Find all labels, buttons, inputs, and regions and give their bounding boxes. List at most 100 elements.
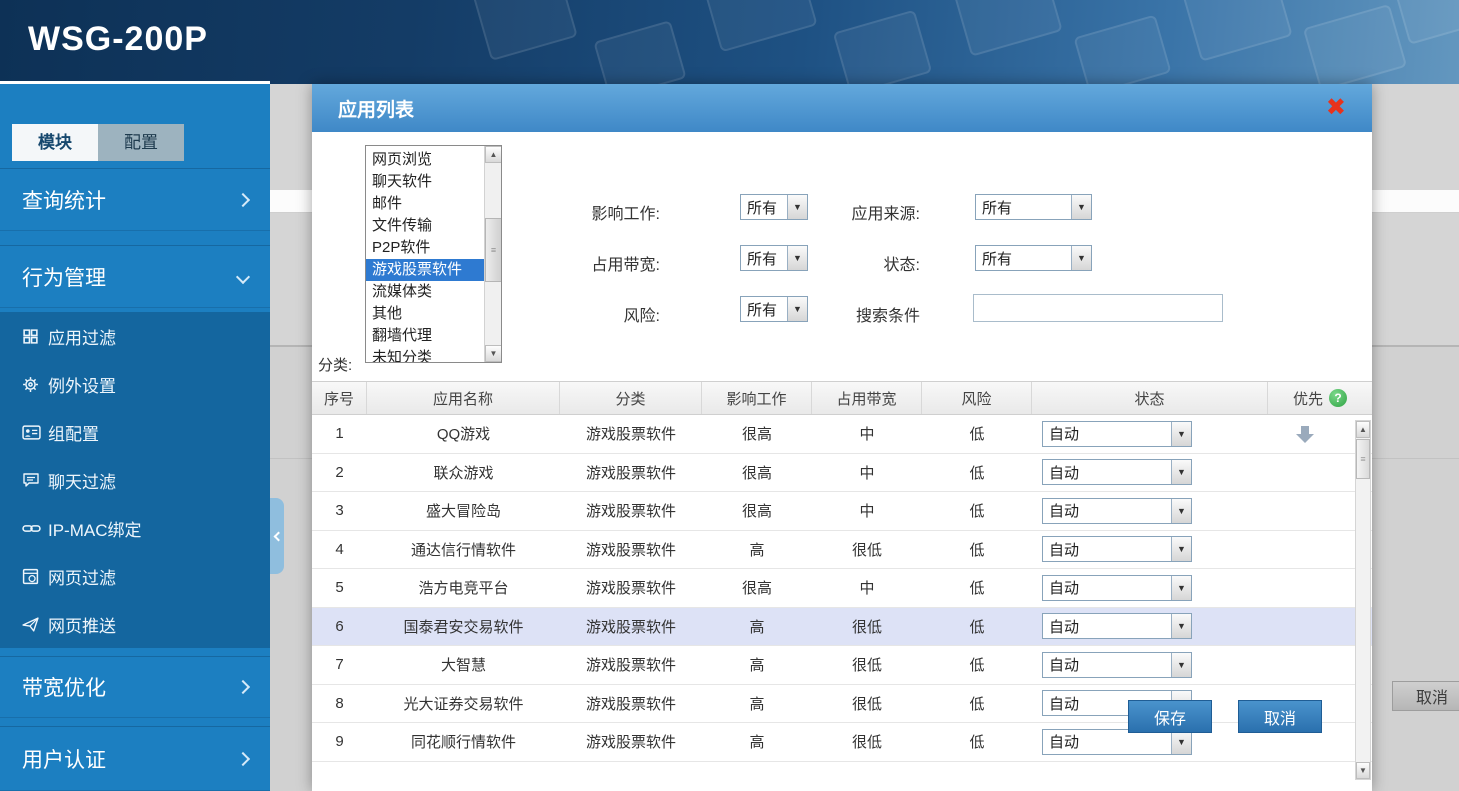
cell-risk: 低 (969, 695, 985, 713)
select-value: 自动 (1049, 734, 1080, 752)
status-select[interactable]: 自动 ▼ (1042, 536, 1192, 563)
category-option[interactable]: 聊天软件 (366, 171, 484, 193)
sidebar-item-query-stats[interactable]: 查询统计 (0, 168, 270, 231)
status-select[interactable]: 自动 ▼ (1042, 574, 1192, 601)
cell-app-name: 联众游戏 (433, 464, 494, 482)
sidebar-item-bandwidth-opt[interactable]: 带宽优化 (0, 656, 270, 718)
help-icon[interactable]: ? (1329, 389, 1347, 407)
category-option[interactable]: 文件传输 (366, 215, 484, 237)
table-row[interactable]: 1 QQ游戏 游戏股票软件 很高 中 低 自动 ▼ (312, 415, 1372, 454)
dropdown-arrow-icon[interactable]: ▼ (1171, 575, 1191, 600)
dropdown-arrow-icon[interactable]: ▼ (1171, 498, 1191, 523)
cell-app-name: 国泰君安交易软件 (403, 618, 524, 636)
dropdown-arrow-icon[interactable]: ▼ (1171, 729, 1191, 754)
impact-filter-select[interactable]: 所有 ▼ (740, 194, 808, 220)
category-option[interactable]: 其他 (366, 303, 484, 325)
table-row[interactable]: 5 浩方电竞平台 游戏股票软件 很高 中 低 自动 ▼ (312, 569, 1372, 608)
table-row[interactable]: 3 盛大冒险岛 游戏股票软件 很高 中 低 自动 ▼ (312, 492, 1372, 531)
category-option[interactable]: 游戏股票软件 (366, 259, 484, 281)
dropdown-arrow-icon[interactable]: ▼ (1171, 460, 1191, 485)
table-row[interactable]: 6 国泰君安交易软件 游戏股票软件 高 很低 低 自动 ▼ (312, 607, 1372, 646)
close-icon[interactable]: ✖ (1326, 96, 1346, 120)
category-option[interactable]: P2P软件 (366, 237, 484, 259)
status-select[interactable]: 自动 ▼ (1042, 420, 1192, 447)
dropdown-arrow-icon[interactable]: ▼ (787, 297, 807, 321)
sidebar-item-web-filter[interactable]: 网页过滤 (0, 552, 270, 600)
sidebar-item-group-config[interactable]: 组配置 (0, 408, 270, 456)
status-filter-select[interactable]: 所有 ▼ (975, 245, 1092, 271)
cell-risk: 低 (969, 426, 985, 444)
category-option[interactable]: 未知分类 (366, 347, 484, 362)
risk-filter-label: 风险: (623, 308, 660, 325)
dropdown-arrow-icon[interactable]: ▼ (1071, 246, 1091, 270)
status-select[interactable]: 自动 ▼ (1042, 459, 1192, 486)
table-row[interactable]: 2 联众游戏 游戏股票软件 很高 中 低 自动 ▼ (312, 453, 1372, 492)
search-input[interactable] (973, 294, 1223, 322)
tab-config[interactable]: 配置 (98, 124, 184, 161)
table-row[interactable]: 8 光大证券交易软件 游戏股票软件 高 很低 低 自动 ▼ (312, 684, 1372, 723)
dropdown-arrow-icon[interactable]: ▼ (1171, 652, 1191, 677)
background-cancel-button[interactable]: 取消 (1392, 681, 1459, 711)
col-impact: 影响工作 (702, 382, 812, 414)
gear-icon (22, 376, 48, 393)
sidebar-item-user-auth[interactable]: 用户认证 (0, 726, 270, 791)
cell-impact: 高 (749, 734, 765, 752)
table-scrollbar[interactable]: ▲ ≡ ▼ (1355, 420, 1371, 780)
dropdown-arrow-icon[interactable]: ▼ (1171, 614, 1191, 639)
category-option[interactable]: 网页浏览 (366, 149, 484, 171)
sidebar-collapse-handle[interactable] (270, 498, 284, 574)
cell-impact: 高 (749, 618, 765, 636)
risk-filter-select[interactable]: 所有 ▼ (740, 296, 808, 322)
select-value: 自动 (1049, 580, 1080, 598)
cell-status: 自动 ▼ (1032, 569, 1268, 607)
category-option[interactable]: 流媒体类 (366, 281, 484, 303)
listbox-scrollbar[interactable]: ▲ ≡ ▼ (484, 146, 501, 362)
dropdown-arrow-icon[interactable]: ▼ (1071, 195, 1091, 219)
cell-risk: 低 (969, 464, 985, 482)
category-option[interactable]: 翻墙代理 (366, 325, 484, 347)
status-select[interactable]: 自动 ▼ (1042, 613, 1192, 640)
cell-impact: 很高 (741, 580, 772, 598)
col-category: 分类 (560, 382, 702, 414)
cell-impact: 高 (749, 695, 765, 713)
dropdown-arrow-icon[interactable]: ▼ (787, 195, 807, 219)
scroll-down-icon[interactable]: ▼ (485, 345, 501, 362)
col-status: 状态 (1032, 382, 1268, 414)
status-select[interactable]: 自动 ▼ (1042, 651, 1192, 678)
dropdown-arrow-icon[interactable]: ▼ (787, 246, 807, 270)
dropdown-arrow-icon[interactable]: ▼ (1171, 421, 1191, 446)
priority-down-icon[interactable] (1294, 423, 1316, 445)
sidebar-item-app-filter[interactable]: 应用过滤 (0, 312, 270, 360)
sidebar-item-ip-mac-binding[interactable]: IP-MAC绑定 (0, 504, 270, 552)
cell-no: 4 (335, 540, 344, 558)
table-scroll-thumb[interactable]: ≡ (1356, 439, 1370, 479)
table-row[interactable]: 9 同花顺行情软件 游戏股票软件 高 很低 低 自动 ▼ (312, 723, 1372, 762)
bandwidth-filter-select[interactable]: 所有 ▼ (740, 245, 808, 271)
scroll-down-icon[interactable]: ▼ (1356, 762, 1370, 779)
scroll-up-icon[interactable]: ▲ (1356, 421, 1370, 438)
select-value: 所有 (747, 199, 778, 217)
scroll-up-icon[interactable]: ▲ (485, 146, 501, 163)
save-button[interactable]: 保存 (1128, 700, 1212, 733)
table-row[interactable]: 7 大智慧 游戏股票软件 高 很低 低 自动 ▼ (312, 646, 1372, 685)
tab-modules[interactable]: 模块 (12, 124, 98, 161)
cancel-button[interactable]: 取消 (1238, 700, 1322, 733)
sidebar-item-exceptions[interactable]: 例外设置 (0, 360, 270, 408)
source-filter-select[interactable]: 所有 ▼ (975, 194, 1092, 220)
sidebar-item-chat-filter[interactable]: 聊天过滤 (0, 456, 270, 504)
chat-bubble-icon (22, 472, 48, 488)
sidebar-item-behavior-mgmt[interactable]: 行为管理 (0, 245, 270, 308)
submenu-label: 网页过滤 (48, 568, 116, 588)
cell-bandwidth: 很低 (851, 734, 882, 752)
table-row[interactable]: 4 通达信行情软件 游戏股票软件 高 很低 低 自动 ▼ (312, 530, 1372, 569)
listbox-scroll-thumb[interactable]: ≡ (485, 218, 501, 282)
status-select[interactable]: 自动 ▼ (1042, 497, 1192, 524)
category-listbox[interactable]: 网页浏览 聊天软件 邮件 文件传输 P2P软件 游戏股票软件 流媒体类 其他 翻墙代理 未知分类 … (365, 145, 502, 363)
dropdown-arrow-icon[interactable]: ▼ (1171, 537, 1191, 562)
category-option[interactable]: 邮件 (366, 193, 484, 215)
cell-category: 游戏股票软件 (585, 464, 676, 482)
cell-category: 游戏股票软件 (585, 695, 676, 713)
cell-app-name: 浩方电竞平台 (418, 580, 509, 598)
submenu-label: IP-MAC绑定 (48, 520, 142, 540)
sidebar-item-web-push[interactable]: 网页推送 (0, 600, 270, 648)
